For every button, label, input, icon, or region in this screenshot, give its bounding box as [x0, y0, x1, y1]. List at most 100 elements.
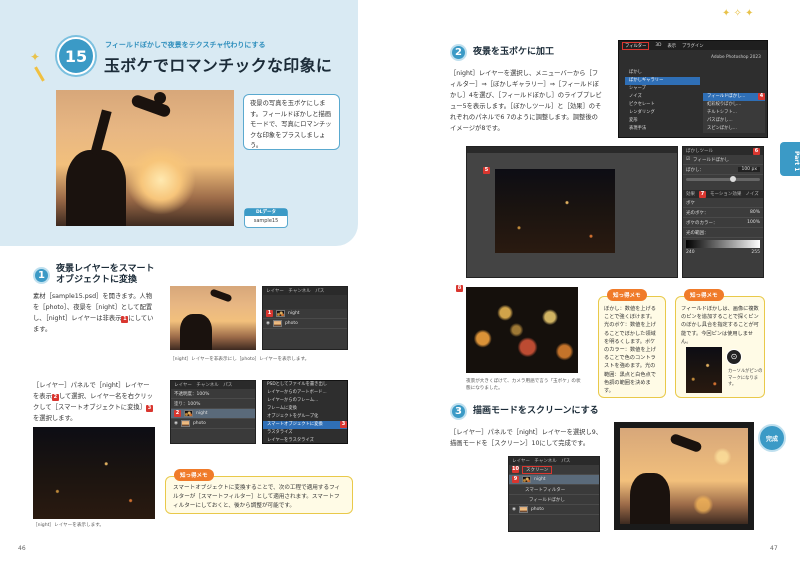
step-title: 夜景レイヤーをスマートオブジェクトに変換	[56, 264, 155, 285]
submenu-item-field-blur[interactable]: フィールドぼかし... 4	[703, 93, 765, 101]
layers-panel-3: レイヤー チャンネル パス 10 スクリーン 9 night スマートフィルター フ…	[508, 456, 600, 532]
submenu-item[interactable]: パスぼかし...	[703, 117, 765, 125]
star-sparkle-icon: ✦	[30, 50, 41, 64]
context-menu-item[interactable]: オブジェクトをグループ化	[263, 413, 347, 421]
bokeh-color-row[interactable]: ボケのカラー： 100%	[683, 218, 763, 228]
layer-row-night[interactable]: 1 night	[263, 309, 347, 319]
page-title: 玉ボケでロマンチックな印象に	[104, 56, 333, 75]
menu-plugins[interactable]: プラグイン	[682, 43, 703, 49]
menu-item[interactable]: ノイズ	[625, 93, 700, 101]
eye-icon[interactable]: ◉	[266, 321, 270, 326]
context-menu-item[interactable]: フレームに変換	[263, 405, 347, 413]
layer-row-photo[interactable]: ◉ photo	[509, 505, 599, 515]
bokeh-row: ボケ	[683, 198, 763, 208]
layer-name: photo	[192, 421, 206, 426]
eye-icon[interactable]: ◉	[512, 507, 516, 512]
menu-item-blur-gallery[interactable]: ぼかしギャラリー	[625, 77, 700, 85]
download-badge[interactable]: DLデータ sample15	[244, 208, 288, 228]
field-blur-filter-label: フィールドぼかし	[529, 497, 565, 503]
menu-3d[interactable]: 3D	[655, 43, 661, 48]
download-file: sample15	[253, 218, 279, 224]
light-range-values: 240 255	[683, 250, 763, 255]
layer-row-night[interactable]: 9 night	[509, 475, 599, 485]
badge-8: 8	[456, 285, 463, 292]
opacity-label: 不透明度：100%	[174, 391, 210, 397]
context-menu-item[interactable]: レイヤーからのフレーム...	[263, 397, 347, 405]
blur-amount-row[interactable]: ぼかし： 100 px	[683, 165, 763, 175]
menu-item[interactable]: レンダリング	[625, 109, 700, 117]
context-menu-label: スマートオブジェクトに変換	[267, 422, 323, 427]
light-bokeh-row[interactable]: 光のボケ： 80%	[683, 208, 763, 218]
tab-effect[interactable]: 効果	[686, 191, 695, 197]
layer-thumb	[180, 420, 190, 427]
step1-text-b: ［レイヤー］パネルで［night］レイヤーを表示 2 して選択、レイヤー名を右クリッ…	[33, 380, 155, 424]
blend-mode-row[interactable]: 10 スクリーン	[509, 465, 599, 475]
blur-label: ぼかし：	[686, 167, 704, 173]
submenu-label: フィールドぼかし...	[707, 94, 746, 99]
menu-item[interactable]: ぼかし	[625, 69, 700, 77]
range-high[interactable]: 255	[751, 250, 760, 255]
step2-caption: 夜景が大きくぼけて、カメラ用語で言う「玉ボケ」の状態になりました。	[466, 379, 581, 391]
pin-example-photo	[686, 347, 722, 393]
layers-panel-tabs: レイヤー チャンネル パス	[263, 287, 347, 295]
lesson-kicker: フィールドぼかしで夜景をテクスチャ代わりにする	[105, 41, 266, 49]
field-blur-row[interactable]: ☑ フィールドぼかし	[683, 155, 763, 165]
layer-row-night[interactable]: 2 night	[171, 409, 255, 419]
submenu-item[interactable]: チルトシフト...	[703, 109, 765, 117]
download-label: DLデータ	[245, 209, 287, 216]
context-menu-item-smart-object[interactable]: スマートオブジェクトに変換 3	[263, 421, 347, 429]
menu-item[interactable]: 変形	[625, 117, 700, 125]
layers-panel-2: レイヤー チャンネル パス 不透明度：100% 塗り：100% 2 night ◉…	[170, 380, 256, 444]
submenu-item[interactable]: 虹彩絞りぼかし...	[703, 101, 765, 109]
blur-slider[interactable]	[686, 176, 760, 182]
right-page: 2 夜景を玉ボケに加工 ［night］レイヤーを選択し、メニューバーから［フィル…	[400, 0, 800, 565]
smart-filter-row[interactable]: スマートフィルター	[509, 485, 599, 495]
layer-thumb	[184, 410, 193, 417]
checkbox-icon[interactable]: ☑	[686, 157, 690, 162]
badge-10: 10	[512, 466, 519, 473]
layers-panel-tabs: レイヤー チャンネル パス	[509, 457, 599, 465]
menu-item[interactable]: シャープ	[625, 85, 700, 93]
layer-row-photo[interactable]: ◉ photo	[171, 419, 255, 429]
tab-motion[interactable]: モーション効果	[710, 191, 741, 197]
context-menu-item[interactable]: PSDとしてファイルを書き出し	[263, 381, 347, 389]
badge-4: 4	[758, 93, 765, 100]
range-low[interactable]: 240	[686, 250, 695, 255]
night-photo	[33, 427, 155, 519]
badge-6: 6	[753, 148, 760, 155]
page-number-right: 47	[770, 545, 778, 552]
tip-box-left: 知っ得メモ スマートオブジェクトに変換することで、次の工程で適用するフィルターが…	[165, 469, 353, 514]
submenu-item[interactable]: スピンぼかし...	[703, 125, 765, 133]
menu-view[interactable]: 表示	[667, 43, 676, 49]
menu-item[interactable]: ピクセレート	[625, 101, 700, 109]
caption-b: ［night］レイヤーを表示します。	[33, 523, 104, 528]
eye-icon[interactable]: ◉	[174, 421, 178, 426]
field-blur-filter-row[interactable]: フィールドぼかし	[509, 495, 599, 505]
step3-text: ［レイヤー］パネルで［night］レイヤーを選択し9、描画モードを［スクリーン］…	[450, 429, 603, 447]
lesson-number: 15	[57, 37, 95, 75]
menu-filter[interactable]: フィルター	[622, 41, 650, 50]
context-menu-item[interactable]: レイヤーからのアートボード...	[263, 389, 347, 397]
context-menu-item[interactable]: レイヤーをラスタライズ	[263, 437, 347, 445]
light-bokeh-label: 光のボケ：	[686, 210, 709, 216]
tip-box-2: 知っ得メモ フィールドぼかしは、画像に複数のピンを追加することで探くピンのぼかし…	[675, 289, 765, 398]
layer-thumb	[276, 310, 285, 317]
badge-2: 2	[174, 410, 181, 417]
hero-photo	[56, 90, 234, 226]
tab-noise[interactable]: ノイズ	[745, 191, 758, 197]
layer-thumb	[272, 320, 282, 327]
layer-row-photo[interactable]: ◉ photo	[263, 319, 347, 329]
blur-value[interactable]: 100 px	[738, 167, 760, 172]
tip-label: 知っ得メモ	[607, 289, 647, 301]
step-number: 2	[450, 44, 467, 61]
layer-thumb	[522, 476, 531, 483]
context-menu-item[interactable]: ラスタライズ	[263, 429, 347, 437]
step2-heading: 2 夜景を玉ボケに加工	[450, 44, 610, 61]
blend-mode-select[interactable]: スクリーン	[522, 465, 553, 474]
blur-panel-header: ぼかしツール 6	[683, 147, 763, 155]
bokeh-color-value: 100%	[747, 220, 760, 225]
light-range-gradient[interactable]	[686, 240, 760, 248]
menu-item[interactable]: 表現手法	[625, 125, 700, 133]
fill-label: 塗り：100%	[174, 401, 201, 407]
app-title: Adobe Photoshop 2023	[711, 55, 761, 60]
